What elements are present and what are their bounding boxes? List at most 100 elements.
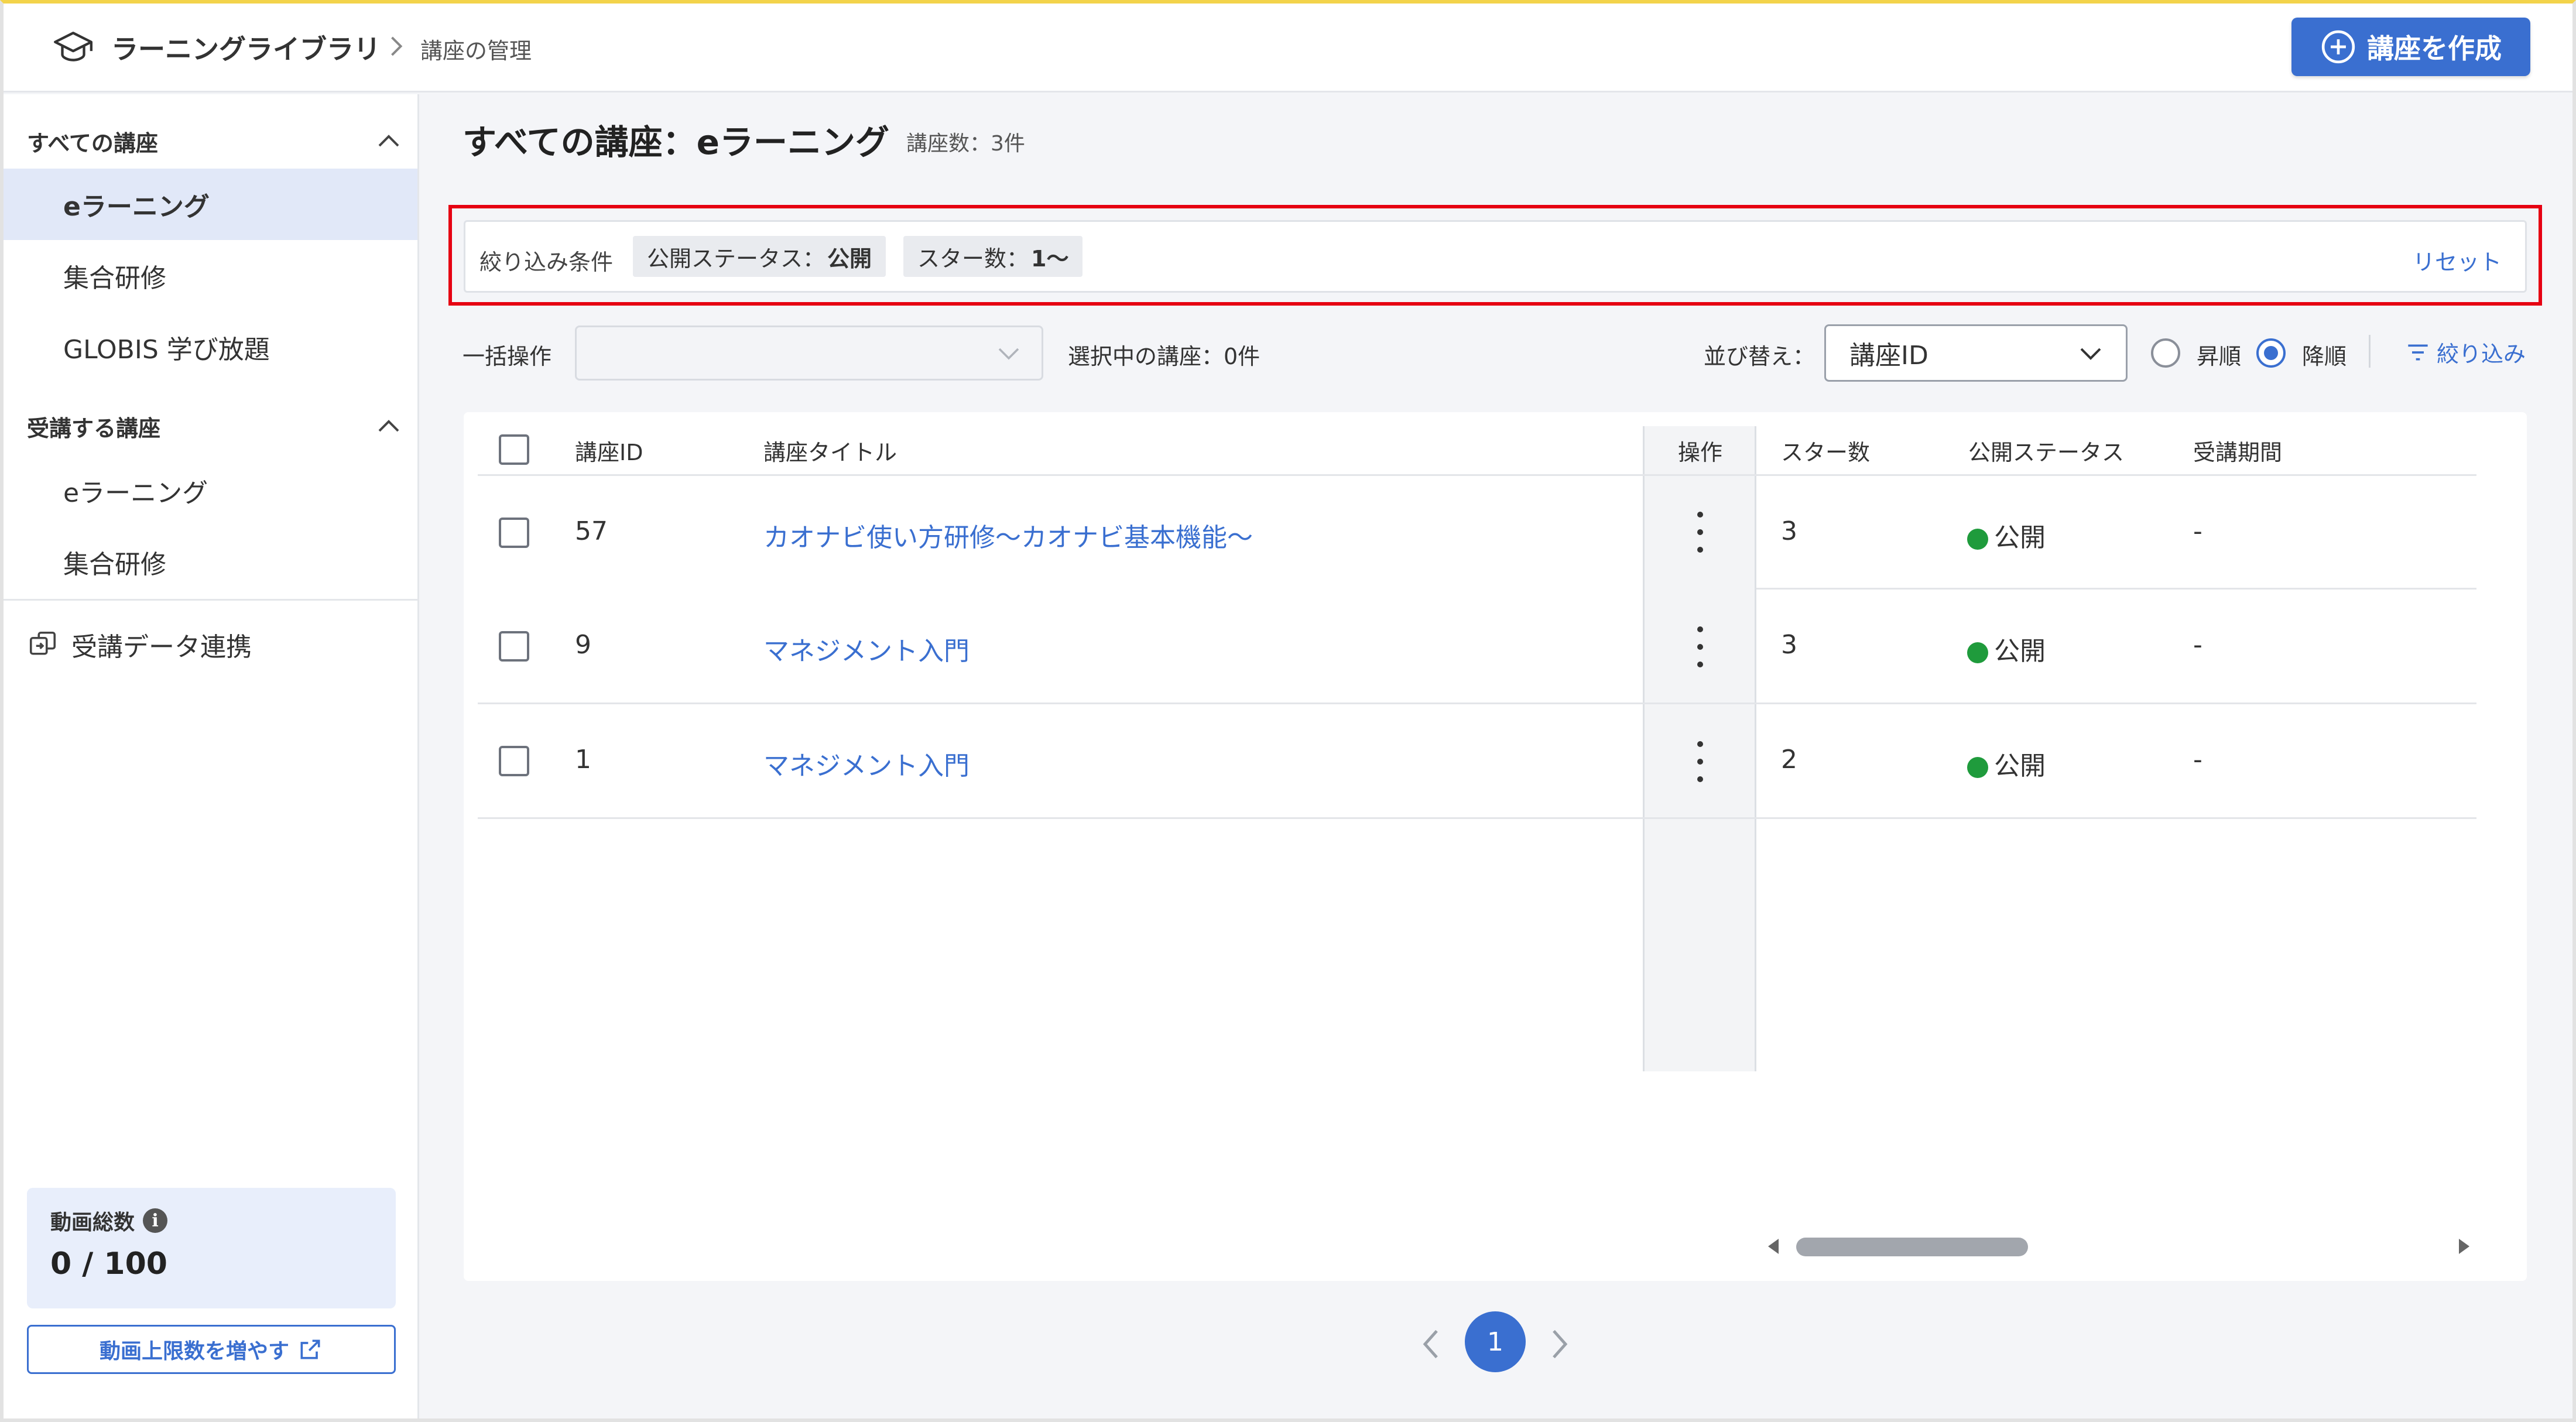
column-header-title[interactable]: 講座タイトル	[763, 434, 897, 467]
chevron-up-icon	[378, 135, 399, 147]
sidebar-section-all-courses[interactable]: すべての講座	[27, 124, 402, 159]
increase-limit-button[interactable]: 動画上限数を増やす	[27, 1325, 396, 1374]
pagination-page-1[interactable]: 1	[1465, 1311, 1526, 1372]
scroll-left-arrow-icon[interactable]	[1768, 1239, 1779, 1254]
filter-conditions-label: 絞り込み条件	[479, 249, 614, 275]
app-title[interactable]: ラーニングライブラリ	[111, 28, 381, 67]
sidebar-item-label: GLOBIS 学び放題	[63, 335, 270, 365]
row-checkbox[interactable]	[499, 518, 529, 548]
sort-desc-radio[interactable]	[2256, 338, 2286, 368]
bulk-action-label: 一括操作	[463, 344, 552, 369]
column-header-id[interactable]: 講座ID	[575, 434, 643, 467]
filter-conditions-bar: 絞り込み条件 公開ステータス： 公開 スター数： 1〜 リセット	[464, 220, 2527, 293]
row-period: -	[2193, 745, 2202, 775]
page-title: すべての講座：eラーニング	[463, 122, 889, 162]
row-status: 公開	[1967, 745, 2046, 782]
row-title-link[interactable]: カオナビ使い方研修〜カオナビ基本機能〜	[763, 516, 1253, 554]
horizontal-scrollbar-thumb[interactable]	[1796, 1238, 2028, 1256]
chip-value: 公開	[827, 245, 872, 272]
info-icon[interactable]: i	[143, 1208, 168, 1233]
sidebar-item-elearning[interactable]: eラーニング	[4, 169, 417, 240]
filter-icon	[2408, 344, 2428, 360]
sidebar-item-label: 集合研修	[63, 550, 166, 580]
row-stars: 2	[1781, 745, 1797, 775]
sort-asc-label[interactable]: 昇順	[2197, 338, 2241, 371]
graduation-cap-icon	[54, 32, 93, 61]
filter-chip-stars[interactable]: スター数： 1〜	[903, 236, 1083, 277]
sort-select[interactable]: 講座ID	[1824, 324, 2128, 382]
sort-asc-radio[interactable]	[2151, 338, 2180, 368]
row-status-label: 公開	[1994, 523, 2046, 553]
row-status: 公開	[1967, 630, 2046, 667]
chevron-down-icon	[2080, 348, 2101, 360]
plus-circle-icon	[2321, 30, 2355, 64]
reset-filters-link[interactable]: リセット	[2413, 244, 2502, 276]
video-quota-card: 動画総数 i 0 / 100	[27, 1188, 396, 1308]
toolbar-divider	[2369, 335, 2371, 368]
sort-label: 並び替え：	[1704, 344, 1815, 369]
row-stars: 3	[1781, 630, 1797, 660]
create-course-label: 講座を作成	[2367, 33, 2502, 64]
row-period: -	[2193, 516, 2202, 546]
sidebar-section-all-courses-label: すべての講座	[27, 130, 158, 156]
column-header-stars[interactable]: スター数	[1781, 434, 1870, 467]
chevron-right-icon	[391, 36, 403, 56]
column-header-operations: 操作	[1678, 440, 1723, 465]
top-header: ラーニングライブラリ 講座の管理 講座を作成	[4, 4, 2572, 92]
sort-value: 講座ID	[1849, 341, 1928, 371]
filter-button[interactable]: 絞り込み	[2406, 336, 2526, 368]
scroll-right-arrow-icon[interactable]	[2459, 1239, 2469, 1254]
column-header-status[interactable]: 公開ステータス	[1968, 434, 2124, 467]
row-stars: 3	[1781, 516, 1797, 546]
row-status-label: 公開	[1994, 751, 2046, 781]
row-title-link[interactable]: マネジメント入門	[763, 630, 970, 667]
sidebar-item-label: eラーニング	[63, 192, 210, 222]
row-id: 1	[575, 745, 591, 775]
selected-count: 選択中の講座：0件	[1068, 344, 1260, 369]
sidebar-item-label: eラーニング	[63, 478, 208, 508]
column-header-period[interactable]: 受講期間	[2193, 434, 2282, 467]
more-actions-icon[interactable]	[1695, 741, 1704, 782]
more-actions-icon[interactable]	[1695, 512, 1704, 553]
sidebar-item-data-sync[interactable]: 受講データ連携	[27, 615, 252, 674]
row-checkbox[interactable]	[499, 746, 529, 776]
filter-button-label: 絞り込み	[2437, 341, 2526, 367]
row-status-label: 公開	[1994, 636, 2046, 666]
create-course-button[interactable]: 講座を作成	[2291, 18, 2530, 76]
sidebar-section-enrolled[interactable]: 受講する講座	[27, 409, 402, 444]
row-status: 公開	[1967, 516, 2046, 554]
row-divider	[478, 817, 2476, 819]
row-period: -	[2193, 630, 2202, 660]
sidebar-item-globis[interactable]: GLOBIS 学び放題	[4, 311, 417, 383]
chip-value: 1〜	[1031, 245, 1069, 272]
sidebar-item-enrolled-group-training[interactable]: 集合研修	[4, 526, 417, 598]
course-count: 講座数：3件	[906, 132, 1025, 156]
sidebar-item-enrolled-elearning[interactable]: eラーニング	[4, 455, 417, 526]
chevron-up-icon	[378, 420, 399, 432]
header-divider	[478, 474, 2476, 476]
more-actions-icon[interactable]	[1695, 626, 1704, 667]
external-link-icon	[300, 1339, 320, 1359]
sidebar-section-enrolled-label: 受講する講座	[27, 415, 161, 441]
chip-key: 公開ステータス：	[647, 245, 825, 272]
quota-label: 動画総数	[50, 1211, 135, 1235]
bulk-action-select[interactable]	[575, 325, 1043, 381]
sidebar-divider	[4, 599, 417, 601]
pagination-prev-icon[interactable]	[1419, 1327, 1443, 1362]
select-all-checkbox[interactable]	[499, 434, 529, 465]
pagination-next-icon[interactable]	[1548, 1327, 1571, 1362]
breadcrumb-current: 講座の管理	[420, 38, 532, 64]
quota-heading: 動画総数 i	[50, 1205, 372, 1236]
course-table: 講座ID 講座タイトル 操作 スター数 公開ステータス 受講期間 57 カオナビ…	[464, 412, 2527, 1281]
row-divider	[1756, 588, 2476, 590]
row-checkbox[interactable]	[499, 631, 529, 662]
sidebar-item-group-training[interactable]: 集合研修	[4, 240, 417, 311]
filter-chip-status[interactable]: 公開ステータス： 公開	[633, 236, 886, 277]
increase-limit-label: 動画上限数を増やす	[99, 1339, 289, 1363]
sort-desc-label[interactable]: 降順	[2302, 338, 2347, 371]
sidebar-item-label: 集合研修	[63, 263, 166, 293]
row-id: 9	[575, 630, 591, 660]
sidebar: すべての講座 eラーニング 集合研修 GLOBIS 学び放題 受講する講座 eラ…	[4, 94, 419, 1418]
row-title-link[interactable]: マネジメント入門	[763, 745, 970, 782]
chevron-down-icon	[998, 348, 1019, 360]
